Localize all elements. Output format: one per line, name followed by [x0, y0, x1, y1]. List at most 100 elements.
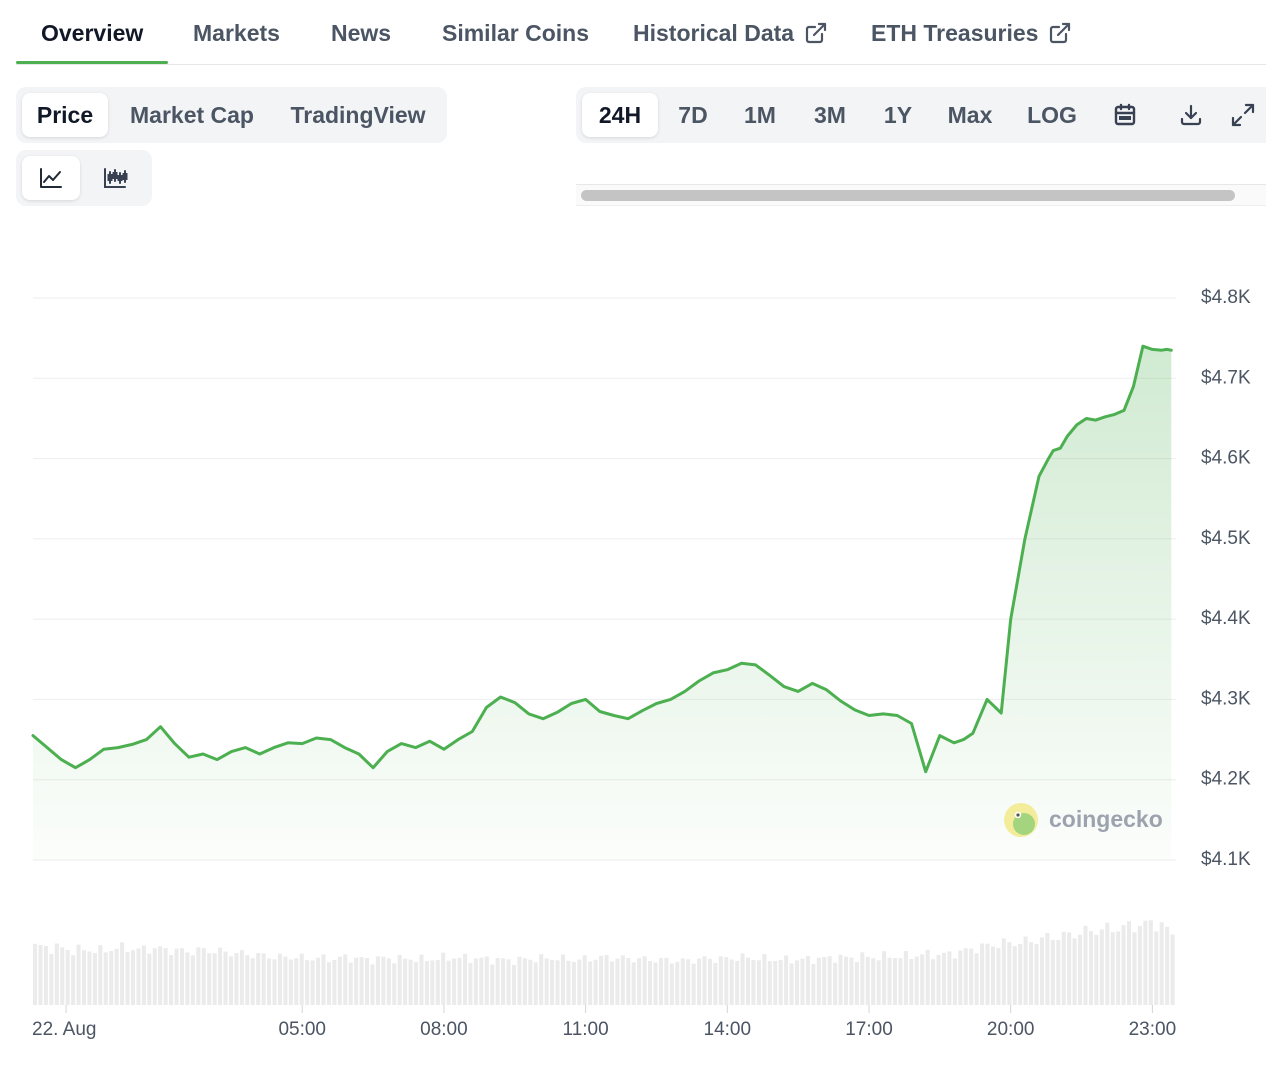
volume-bar: [898, 958, 903, 1005]
volume-bar: [33, 943, 38, 1005]
range-scrollbar[interactable]: [576, 184, 1266, 206]
range-7d-label: 7D: [678, 101, 708, 128]
volume-bar: [120, 942, 125, 1005]
volume-bar: [588, 961, 593, 1005]
volume-bar: [865, 956, 870, 1005]
volume-bar: [778, 959, 783, 1005]
y-tick-label: $4.5K: [1201, 528, 1251, 549]
volume-bar: [169, 955, 174, 1005]
y-tick-label: $4.1K: [1201, 849, 1251, 870]
volume-bar: [190, 955, 195, 1005]
date-picker-button[interactable]: [1100, 93, 1150, 137]
volume-bar: [1094, 934, 1099, 1005]
volume-bar: [158, 946, 163, 1005]
y-tick-label: $4.3K: [1201, 688, 1251, 709]
volume-bar: [871, 958, 876, 1005]
volume-bar: [348, 962, 353, 1005]
line-chart-button[interactable]: [22, 156, 80, 200]
range-1y[interactable]: 1Y: [872, 93, 924, 137]
x-tick-label: 22. Aug: [32, 1019, 96, 1040]
volume-bar: [784, 955, 789, 1005]
volume-bar: [751, 960, 756, 1005]
volume-bar: [1072, 938, 1077, 1005]
volume-bar: [1029, 942, 1034, 1005]
volume-bar: [795, 960, 800, 1005]
volume-bar: [501, 958, 506, 1005]
volume-bar: [174, 948, 179, 1005]
volume-bar: [1165, 926, 1170, 1005]
tab-eth-treasuries[interactable]: ETH Treasuries: [871, 18, 1072, 48]
volume-bar: [386, 958, 391, 1005]
chart-tab-price[interactable]: Price: [22, 93, 108, 137]
volume-bar: [446, 960, 451, 1005]
range-3m[interactable]: 3M: [800, 93, 860, 137]
x-tick-label: 14:00: [704, 1019, 752, 1040]
volume-bar: [261, 953, 266, 1005]
volume-bar: [408, 959, 413, 1005]
volume-bar: [1045, 933, 1050, 1005]
tab-overview-label: Overview: [41, 19, 144, 46]
volume-bar: [555, 960, 560, 1005]
volume-bar: [517, 956, 522, 1005]
volume-bar: [664, 958, 669, 1005]
volume-bar: [718, 956, 723, 1005]
x-tick-label: 08:00: [420, 1019, 468, 1040]
tab-markets[interactable]: Markets: [193, 18, 280, 48]
tab-news[interactable]: News: [331, 18, 391, 48]
volume-bar: [272, 959, 277, 1005]
volume-bar: [1001, 938, 1006, 1005]
volume-bar: [849, 957, 854, 1005]
volume-bar: [1148, 920, 1153, 1005]
price-chart[interactable]: $4.8K $4.7K $4.6K $4.5K $4.4K $4.3K $4.2K $4.1K…: [0, 240, 1280, 1060]
volume-bar: [854, 962, 859, 1005]
tab-overview[interactable]: Overview: [41, 18, 143, 48]
chart-type-tabs: Price Market Cap TradingView: [16, 87, 447, 143]
volume-bar: [914, 956, 919, 1005]
volume-bar: [468, 962, 473, 1005]
volume-bar: [1018, 943, 1023, 1005]
volume-bar: [283, 956, 288, 1005]
price-area: [33, 346, 1172, 860]
volume-bar: [528, 959, 533, 1005]
volume-bar: [441, 952, 446, 1005]
range-max[interactable]: Max: [936, 93, 1004, 137]
volume-bar: [109, 951, 114, 1005]
range-1m[interactable]: 1M: [732, 93, 788, 137]
x-tick-label: 23:00: [1129, 1019, 1177, 1040]
volume-bar: [882, 951, 887, 1005]
chart-tab-tradingview[interactable]: TradingView: [278, 93, 438, 137]
volume-bar: [365, 958, 370, 1005]
range-24h[interactable]: 24H: [582, 93, 658, 137]
candlestick-chart-button[interactable]: [86, 156, 144, 200]
volume-bar: [397, 954, 402, 1005]
log-scale-toggle[interactable]: LOG: [1016, 93, 1088, 137]
volume-bar: [245, 955, 250, 1005]
volume-bar: [201, 948, 206, 1005]
range-7d[interactable]: 7D: [666, 93, 720, 137]
volume-bar: [1088, 931, 1093, 1005]
chart-tab-market-cap[interactable]: Market Cap: [118, 93, 266, 137]
volume-bar: [969, 948, 974, 1005]
volume-bar: [1039, 937, 1044, 1005]
volume-bar: [669, 963, 674, 1005]
y-tick-label: $4.8K: [1201, 287, 1251, 308]
volume-bar: [125, 952, 130, 1005]
tab-similar-coins[interactable]: Similar Coins: [442, 18, 589, 48]
volume-bar: [277, 953, 282, 1005]
volume-bar: [1143, 920, 1148, 1005]
volume-bar: [1007, 942, 1012, 1005]
range-scrollbar-thumb[interactable]: [581, 190, 1235, 201]
volume-bar: [713, 962, 718, 1005]
volume-bar: [680, 958, 685, 1005]
candlestick-icon: [102, 166, 128, 190]
volume-bar: [686, 959, 691, 1005]
y-tick-label: $4.2K: [1201, 769, 1251, 790]
fullscreen-button[interactable]: [1230, 93, 1266, 137]
volume-bar: [773, 961, 778, 1005]
volume-bar: [974, 953, 979, 1005]
download-button[interactable]: [1166, 93, 1216, 137]
volume-bar: [403, 958, 408, 1005]
volume-bar: [49, 953, 54, 1005]
tab-historical-data[interactable]: Historical Data: [633, 18, 828, 48]
range-24h-label: 24H: [598, 101, 642, 128]
